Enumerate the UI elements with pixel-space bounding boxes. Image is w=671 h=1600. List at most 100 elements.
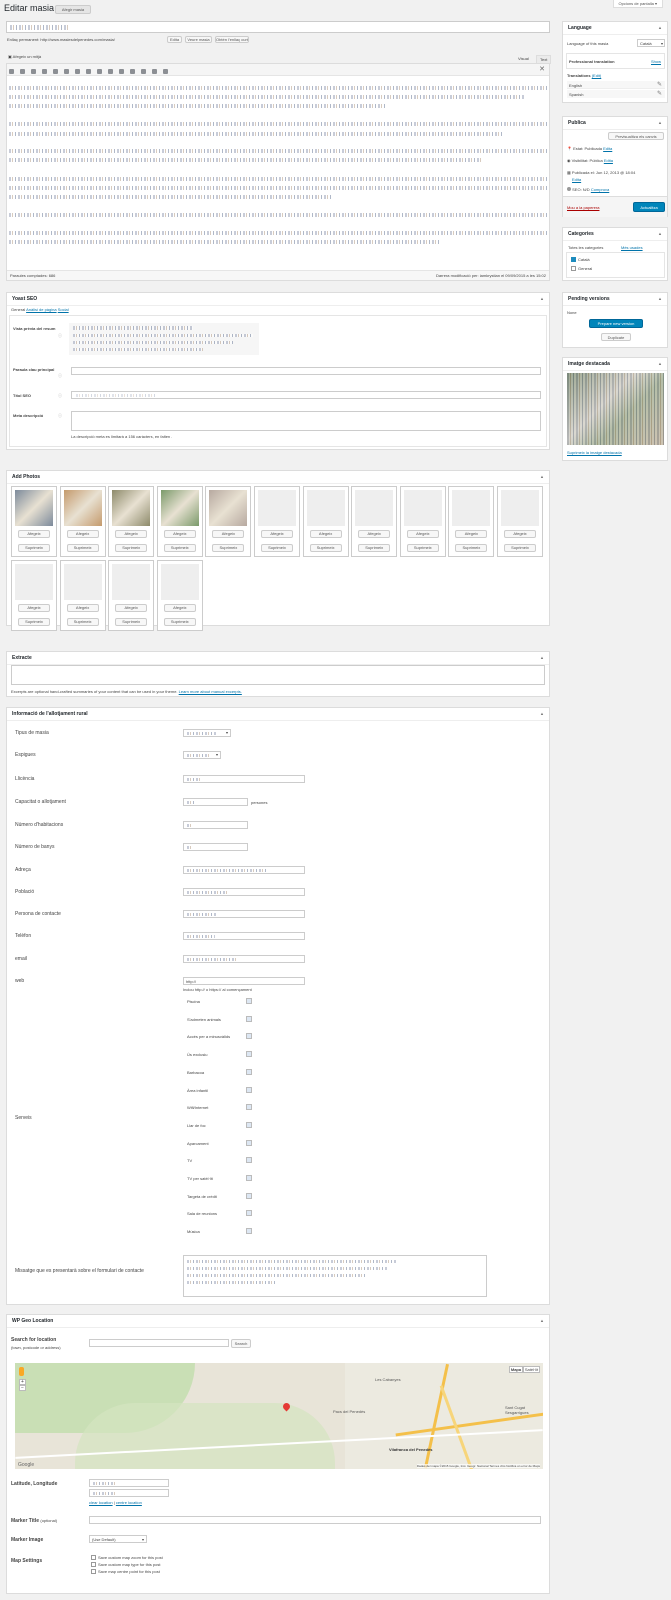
tab-social[interactable]: Social xyxy=(58,307,69,312)
map-setting-item[interactable]: Save custom map zoom for this post xyxy=(91,1555,163,1561)
photo-delete-button[interactable]: Suprimeix xyxy=(163,544,196,552)
toggle-arrow-icon[interactable]: ▲ xyxy=(540,1318,544,1323)
photo-add-button[interactable]: Afegeix xyxy=(406,530,439,538)
service-checkbox[interactable] xyxy=(246,1175,252,1181)
photo-add-button[interactable]: Afegeix xyxy=(163,604,196,612)
map-type-map-button[interactable]: Mapa xyxy=(509,1366,523,1373)
bathrooms-input[interactable] xyxy=(183,843,248,851)
update-button[interactable]: Actualitza xyxy=(633,202,665,212)
photo-add-button[interactable]: Afegeix xyxy=(66,604,99,612)
align-center-icon[interactable] xyxy=(97,69,102,74)
translations-manage-link[interactable]: (Edit) xyxy=(592,73,602,78)
toggle-arrow-icon[interactable]: ▲ xyxy=(658,25,662,30)
photo-thumbnail[interactable] xyxy=(63,564,102,600)
photo-thumbnail[interactable] xyxy=(209,490,248,526)
photo-thumbnail[interactable] xyxy=(15,490,53,526)
photo-add-button[interactable]: Afegeix xyxy=(115,530,148,538)
link-icon[interactable] xyxy=(119,69,124,74)
view-post-button[interactable]: Veure masia xyxy=(185,36,212,43)
photo-add-button[interactable]: Afegeix xyxy=(212,530,245,538)
contact-message-textarea[interactable] xyxy=(183,1255,487,1297)
photo-delete-button[interactable]: Suprimeix xyxy=(406,544,439,552)
capacity-input[interactable] xyxy=(183,798,248,806)
photo-delete-button[interactable]: Suprimeix xyxy=(504,544,536,552)
help-icon[interactable]: ⓘ xyxy=(58,373,62,379)
photo-thumbnail[interactable] xyxy=(160,490,199,526)
photo-thumbnail[interactable] xyxy=(112,490,151,526)
photo-thumbnail[interactable] xyxy=(306,490,345,526)
help-icon[interactable]: ⓘ xyxy=(58,393,62,399)
unlink-icon[interactable] xyxy=(130,69,135,74)
photo-delete-button[interactable]: Suprimeix xyxy=(455,544,488,552)
latitude-input[interactable] xyxy=(89,1479,169,1487)
service-checkbox[interactable] xyxy=(246,1051,252,1058)
tab-all-categories[interactable]: Totes les categories xyxy=(568,245,603,250)
checkbox-icon[interactable] xyxy=(91,1555,96,1561)
numbered-list-icon[interactable] xyxy=(53,69,58,74)
photo-delete-button[interactable]: Suprimeix xyxy=(261,544,293,552)
photo-thumbnail[interactable] xyxy=(15,564,53,600)
pencil-icon[interactable]: ✎ xyxy=(657,90,662,97)
checkbox-icon[interactable] xyxy=(91,1562,96,1568)
longitude-input[interactable] xyxy=(89,1489,169,1497)
zoom-out-button[interactable]: − xyxy=(19,1385,26,1391)
checkbox-icon[interactable] xyxy=(571,266,576,272)
trash-link[interactable]: Mou a la paperera xyxy=(567,205,599,210)
bold-icon[interactable] xyxy=(9,69,14,74)
hr-icon[interactable] xyxy=(75,69,80,74)
service-checkbox[interactable] xyxy=(246,1033,252,1040)
photo-add-button[interactable]: Afegeix xyxy=(504,530,536,538)
photo-add-button[interactable]: Afegeix xyxy=(358,530,391,538)
duplicate-button[interactable]: Duplicate xyxy=(601,333,631,341)
service-checkbox[interactable] xyxy=(246,1104,252,1111)
centre-location-link[interactable]: centre location xyxy=(116,1500,142,1505)
seo-check-link[interactable]: Comprova xyxy=(591,187,609,192)
photo-add-button[interactable]: Afegeix xyxy=(18,604,50,612)
map[interactable]: + − Mapa Satèl·lit Vilafranca del Penedè… xyxy=(15,1363,543,1469)
license-input[interactable] xyxy=(183,775,305,783)
service-checkbox[interactable] xyxy=(246,1139,252,1146)
phone-input[interactable] xyxy=(183,932,305,940)
tab-general[interactable]: General xyxy=(11,307,25,312)
toggle-arrow-icon[interactable]: ▲ xyxy=(658,120,662,125)
photo-delete-button[interactable]: Suprimeix xyxy=(115,618,148,626)
email-input[interactable] xyxy=(183,955,305,963)
photo-delete-button[interactable]: Suprimeix xyxy=(66,544,99,552)
photo-add-button[interactable]: Afegeix xyxy=(115,604,148,612)
category-item[interactable]: General xyxy=(571,266,592,272)
checkbox-icon[interactable] xyxy=(91,1569,96,1575)
add-new-button[interactable]: Afegir masia xyxy=(55,5,91,14)
category-item[interactable]: Català xyxy=(571,257,590,263)
toggle-arrow-icon[interactable]: ▲ xyxy=(540,711,544,716)
toggle-arrow-icon[interactable]: ▲ xyxy=(540,296,544,301)
service-checkbox[interactable] xyxy=(246,1192,252,1199)
photo-add-button[interactable]: Afegeix xyxy=(455,530,488,538)
published-edit-link[interactable]: Edita xyxy=(572,177,581,182)
permalink-url[interactable]: http://www.masiesdelpenedes.com/masia/ xyxy=(40,37,114,42)
visibility-edit-link[interactable]: Edita xyxy=(604,158,613,163)
address-input[interactable] xyxy=(183,866,305,874)
photo-add-button[interactable]: Afegeix xyxy=(261,530,293,538)
service-checkbox[interactable] xyxy=(246,1210,252,1217)
photo-thumbnail[interactable] xyxy=(160,564,199,600)
photo-delete-button[interactable]: Suprimeix xyxy=(18,618,50,626)
preview-changes-button[interactable]: Previsualitza els canvis xyxy=(608,132,664,140)
strikethrough-icon[interactable] xyxy=(31,69,36,74)
shortlink-button[interactable]: Obtén l'enllaç curt xyxy=(215,36,249,43)
photo-delete-button[interactable]: Suprimeix xyxy=(18,544,50,552)
photo-add-button[interactable]: Afegeix xyxy=(163,530,196,538)
meta-description-input[interactable] xyxy=(71,411,541,431)
add-media-button[interactable]: ▣ Afegeix un mitjà xyxy=(8,54,41,59)
language-select[interactable]: Català ▾ xyxy=(637,39,665,47)
service-checkbox[interactable] xyxy=(246,1086,252,1093)
focus-keyword-input[interactable] xyxy=(71,367,541,375)
marker-title-input[interactable] xyxy=(89,1516,541,1524)
photo-delete-button[interactable]: Suprimeix xyxy=(115,544,148,552)
location-search-input[interactable] xyxy=(89,1339,229,1347)
marker-image-select[interactable]: (Use Default) ▾ xyxy=(89,1535,147,1543)
toggle-arrow-icon[interactable]: ▲ xyxy=(658,296,662,301)
seo-title-input[interactable] xyxy=(71,391,541,399)
map-type-satellite-button[interactable]: Satèl·lit xyxy=(523,1366,540,1373)
toggle-arrow-icon[interactable]: ▲ xyxy=(658,231,662,236)
photo-delete-button[interactable]: Suprimeix xyxy=(358,544,391,552)
